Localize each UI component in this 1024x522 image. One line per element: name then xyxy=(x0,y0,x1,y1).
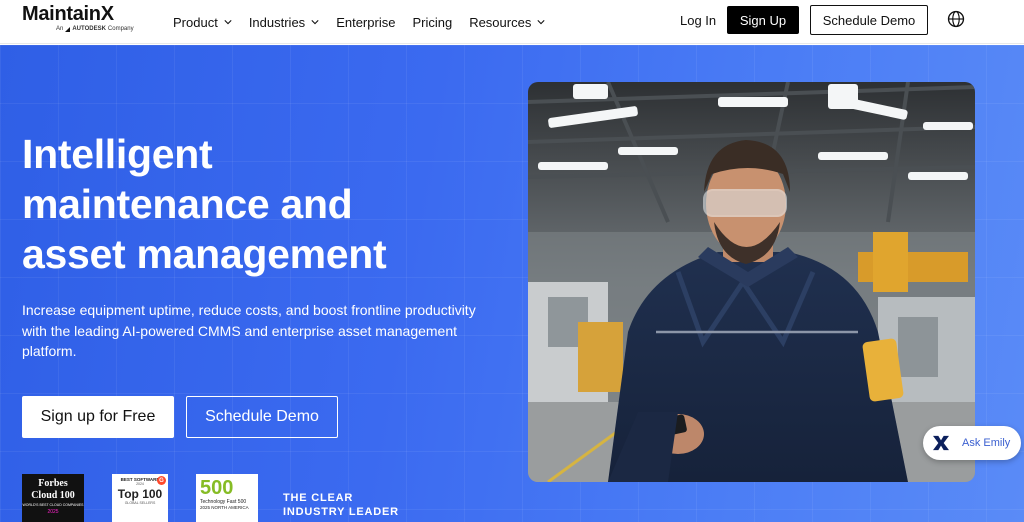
menu-item-resources[interactable]: Resources xyxy=(469,15,545,30)
chevron-down-icon xyxy=(311,20,319,25)
hero-headline: Intelligent maintenance and asset manage… xyxy=(22,131,387,277)
maintainx-logo[interactable]: MaintainX An AUTODESK Company xyxy=(22,3,134,33)
schedule-demo-button[interactable]: Schedule Demo xyxy=(810,5,928,35)
login-link[interactable]: Log In xyxy=(680,13,716,28)
g2-logo-icon: G xyxy=(157,476,166,485)
fast500-badge: 500 Technology Fast 500 2025 NORTH AMERI… xyxy=(196,474,258,522)
menu-item-industries[interactable]: Industries xyxy=(249,15,319,30)
industry-leader-text: THE CLEAR INDUSTRY LEADER xyxy=(283,492,399,518)
signup-free-button[interactable]: Sign up for Free xyxy=(22,396,174,438)
menu-item-enterprise[interactable]: Enterprise xyxy=(336,15,395,30)
top-nav: MaintainX An AUTODESK Company Product In… xyxy=(0,0,1024,44)
autodesk-icon xyxy=(65,26,71,32)
signup-button[interactable]: Sign Up xyxy=(727,6,799,34)
menu-item-pricing[interactable]: Pricing xyxy=(412,15,452,30)
globe-icon[interactable] xyxy=(947,10,965,28)
hero-schedule-demo-button[interactable]: Schedule Demo xyxy=(186,396,338,438)
main-menu: Product Industries Enterprise Pricing Re… xyxy=(173,0,562,44)
forbes-cloud100-badge: Forbes Cloud 100 WORLD'S BEST CLOUD COMP… xyxy=(22,474,84,522)
ask-emily-label: Ask Emily xyxy=(962,437,1011,449)
chevron-down-icon xyxy=(224,20,232,25)
chevron-down-icon xyxy=(537,20,545,25)
g2-top100-badge: G BEST SOFTWARE 2024 Top 100 GLOBAL SELL… xyxy=(112,474,168,522)
ask-emily-chat-button[interactable]: Ask Emily xyxy=(923,426,1021,460)
hero-subcopy: Increase equipment uptime, reduce costs,… xyxy=(22,302,476,359)
menu-item-product[interactable]: Product xyxy=(173,15,232,30)
maintainx-x-icon xyxy=(933,435,949,451)
factory-worker-illustration xyxy=(528,82,975,482)
hero-photo-technician xyxy=(528,82,975,482)
